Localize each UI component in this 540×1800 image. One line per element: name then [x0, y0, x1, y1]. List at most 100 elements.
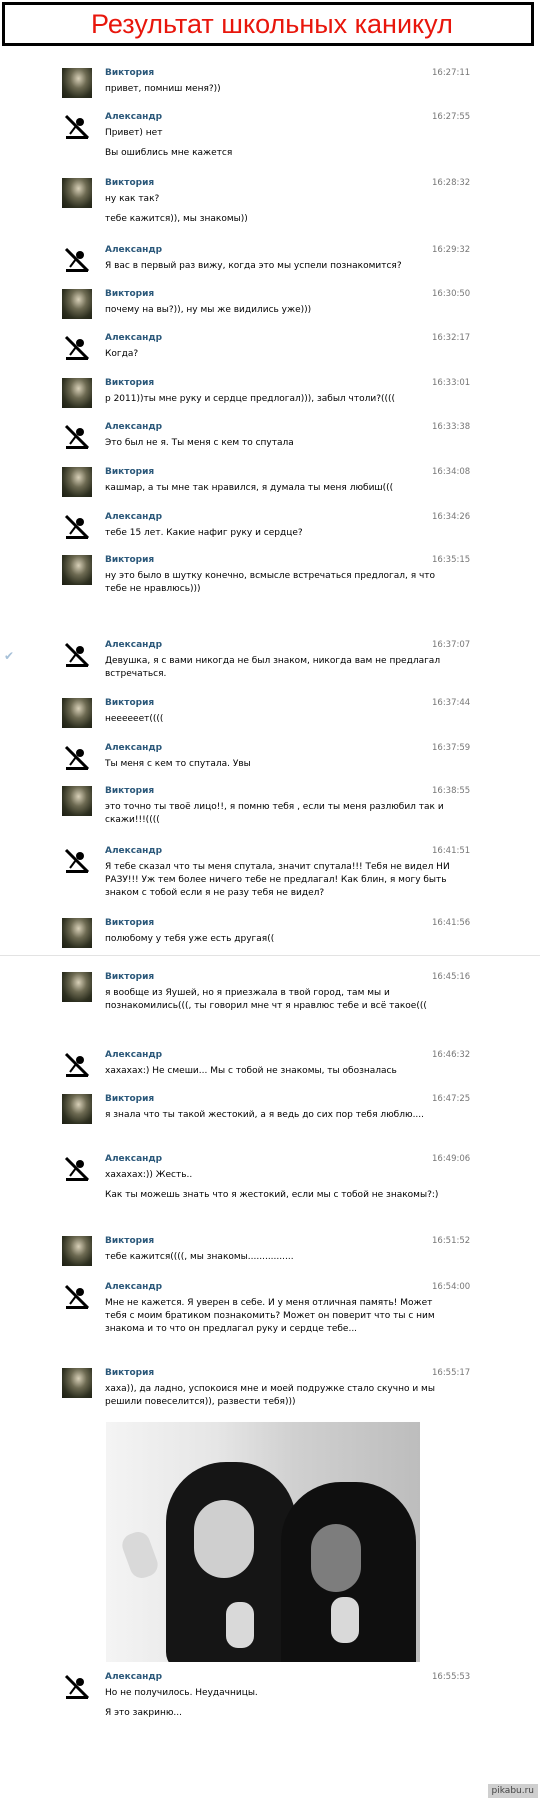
author-name[interactable]: Виктория [105, 972, 154, 982]
checkmark-icon: ✔ [4, 649, 15, 663]
message-text: я знала что ты такой жестокий, а я ведь … [105, 1110, 425, 1120]
timestamp: 16:33:01 [432, 378, 471, 388]
avatar[interactable] [62, 512, 92, 542]
message-text: Мне не кажется. Я уверен в себе. И у мен… [105, 1298, 435, 1334]
avatar[interactable] [62, 1094, 92, 1124]
message-text: Ты меня с кем то спутала. Увы [105, 759, 251, 769]
author-name[interactable]: Виктория [105, 178, 154, 188]
avatar[interactable] [62, 422, 92, 452]
author-name[interactable]: Виктория [105, 786, 154, 796]
avatar[interactable] [62, 1154, 92, 1184]
avatar[interactable] [62, 1282, 92, 1312]
message-text: ну как так? [105, 194, 160, 204]
message-text: полюбому у тебя уже есть другая(( [105, 934, 275, 944]
timestamp: 16:55:53 [432, 1672, 471, 1682]
message-text: Привет) нет [105, 128, 163, 138]
timestamp: 16:34:08 [432, 467, 471, 477]
message-text: привет, помниш меня?)) [105, 84, 221, 94]
message-text: р 2011))ты мне руку и сердце предлогал))… [105, 394, 396, 404]
timestamp: 16:45:16 [432, 972, 471, 982]
avatar[interactable] [62, 178, 92, 208]
author-name[interactable]: Виктория [105, 1094, 154, 1104]
avatar[interactable] [62, 1236, 92, 1266]
avatar[interactable] [62, 786, 92, 816]
author-name[interactable]: Александр [105, 1672, 162, 1682]
timestamp: 16:54:00 [432, 1282, 471, 1292]
author-name[interactable]: Александр [105, 333, 162, 343]
timestamp: 16:35:15 [432, 555, 471, 565]
timestamp: 16:29:32 [432, 245, 471, 255]
avatar[interactable] [62, 1050, 92, 1080]
attached-photo[interactable] [106, 1422, 420, 1662]
history-divider [0, 955, 540, 956]
timestamp: 16:37:44 [432, 698, 471, 708]
message-text: Я тебе сказал что ты меня спутала, значи… [105, 862, 450, 898]
message-text: Вы ошиблись мне кажется [105, 148, 233, 158]
message-text: Я это закриню... [105, 1708, 183, 1718]
author-name[interactable]: Виктория [105, 918, 154, 928]
message-text: неееееет(((( [105, 714, 164, 724]
avatar[interactable] [62, 245, 92, 275]
message-text: ну это было в шутку конечно, всмысле вст… [105, 571, 436, 594]
message-text: хахахах:) Не смеши... Мы с тобой не знак… [105, 1066, 397, 1076]
message-text: я вообще из Яушей, но я приезжала в твой… [105, 988, 427, 1011]
timestamp: 16:32:17 [432, 333, 471, 343]
avatar[interactable] [62, 698, 92, 728]
watermark: pikabu.ru [487, 1784, 538, 1798]
avatar[interactable] [62, 289, 92, 319]
author-name[interactable]: Виктория [105, 68, 154, 78]
author-name[interactable]: Александр [105, 846, 162, 856]
message-text: Как ты можешь знать что я жестокий, если… [105, 1190, 439, 1200]
avatar[interactable] [62, 1672, 92, 1702]
message-text: тебе кажится((((, мы знакомы............… [105, 1252, 294, 1262]
avatar[interactable] [62, 467, 92, 497]
message-text: Это был не я. Ты меня с кем то спутала [105, 438, 294, 448]
avatar[interactable] [62, 918, 92, 948]
message-text: это точно ты твоё лицо!!, я помню тебя ,… [105, 802, 444, 825]
message-text: почему на вы?)), ну мы же видились уже))… [105, 305, 312, 315]
author-name[interactable]: Виктория [105, 1236, 154, 1246]
author-name[interactable]: Александр [105, 245, 162, 255]
author-name[interactable]: Виктория [105, 289, 154, 299]
message-text: тебе кажится)), мы знакомы)) [105, 214, 248, 224]
timestamp: 16:41:51 [432, 846, 471, 856]
author-name[interactable]: Александр [105, 1050, 162, 1060]
author-name[interactable]: Александр [105, 512, 162, 522]
timestamp: 16:41:56 [432, 918, 471, 928]
timestamp: 16:37:07 [432, 640, 471, 650]
timestamp: 16:49:06 [432, 1154, 471, 1164]
avatar[interactable] [62, 846, 92, 876]
author-name[interactable]: Виктория [105, 467, 154, 477]
author-name[interactable]: Александр [105, 1282, 162, 1292]
author-name[interactable]: Виктория [105, 698, 154, 708]
author-name[interactable]: Александр [105, 422, 162, 432]
avatar[interactable] [62, 378, 92, 408]
avatar[interactable] [62, 1368, 92, 1398]
timestamp: 16:27:11 [432, 68, 471, 78]
avatar[interactable] [62, 333, 92, 363]
message-text: Когда? [105, 349, 139, 359]
avatar[interactable] [62, 972, 92, 1002]
timestamp: 16:28:32 [432, 178, 471, 188]
author-name[interactable]: Александр [105, 112, 162, 122]
timestamp: 16:30:50 [432, 289, 471, 299]
timestamp: 16:51:52 [432, 1236, 471, 1246]
author-name[interactable]: Александр [105, 743, 162, 753]
avatar[interactable] [62, 555, 92, 585]
avatar[interactable] [62, 640, 92, 670]
author-name[interactable]: Виктория [105, 378, 154, 388]
message-text: Я вас в первый раз вижу, когда это мы ус… [105, 261, 402, 271]
author-name[interactable]: Александр [105, 640, 162, 650]
avatar[interactable] [62, 112, 92, 142]
message-text: Но не получилось. Неудачницы. [105, 1688, 258, 1698]
avatar[interactable] [62, 68, 92, 98]
author-name[interactable]: Виктория [105, 1368, 154, 1378]
author-name[interactable]: Виктория [105, 555, 154, 565]
author-name[interactable]: Александр [105, 1154, 162, 1164]
timestamp: 16:33:38 [432, 422, 471, 432]
avatar[interactable] [62, 743, 92, 773]
timestamp: 16:46:32 [432, 1050, 471, 1060]
timestamp: 16:27:55 [432, 112, 471, 122]
timestamp: 16:47:25 [432, 1094, 471, 1104]
message-text: кашмар, а ты мне так нравился, я думала … [105, 483, 394, 493]
